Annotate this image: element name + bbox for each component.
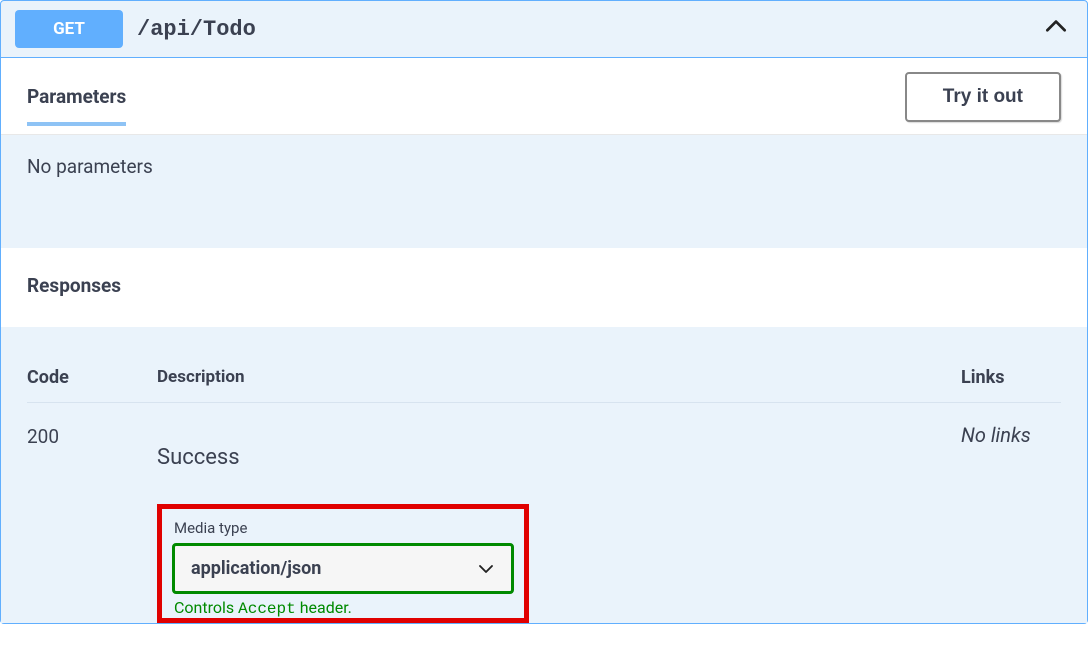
parameters-header: Parameters Try it out xyxy=(1,58,1087,135)
response-row: 200 Success Media type application/json … xyxy=(27,423,1061,623)
response-links: No links xyxy=(961,423,1061,447)
response-code: 200 xyxy=(27,423,157,448)
http-method-badge: GET xyxy=(15,10,123,48)
try-it-out-button[interactable]: Try it out xyxy=(905,72,1061,122)
response-description: Success xyxy=(157,445,961,470)
accept-note-suffix: header. xyxy=(296,598,352,617)
col-header-code: Code xyxy=(27,367,157,388)
media-type-select[interactable]: application/json xyxy=(172,543,514,594)
accept-note-prefix: Controls xyxy=(174,598,238,617)
col-header-links: Links xyxy=(961,367,1061,388)
col-header-description: Description xyxy=(157,367,961,388)
media-type-value: application/json xyxy=(191,558,321,579)
response-description-cell: Success Media type application/json Cont… xyxy=(157,423,961,623)
endpoint-path: /api/Todo xyxy=(137,17,256,42)
media-type-highlight-box: Media type application/json Controls Acc… xyxy=(157,504,529,623)
accept-note-code: Accept xyxy=(238,600,296,618)
operation-block: GET /api/Todo Parameters Try it out No p… xyxy=(0,0,1088,624)
responses-table-header: Code Description Links xyxy=(27,367,1061,403)
parameters-body: No parameters xyxy=(1,135,1087,248)
responses-heading: Responses xyxy=(1,248,1087,327)
no-parameters-text: No parameters xyxy=(27,155,153,178)
parameters-tab[interactable]: Parameters xyxy=(27,85,126,126)
responses-body: Code Description Links 200 Success Media… xyxy=(1,327,1087,623)
chevron-up-icon xyxy=(1043,14,1069,40)
chevron-down-icon xyxy=(477,560,495,578)
collapse-toggle[interactable] xyxy=(1043,14,1069,44)
operation-summary[interactable]: GET /api/Todo xyxy=(1,1,1087,57)
media-type-label: Media type xyxy=(174,519,514,537)
operation-body: Parameters Try it out No parameters Resp… xyxy=(1,57,1087,623)
accept-header-note: Controls Accept header. xyxy=(174,598,514,618)
